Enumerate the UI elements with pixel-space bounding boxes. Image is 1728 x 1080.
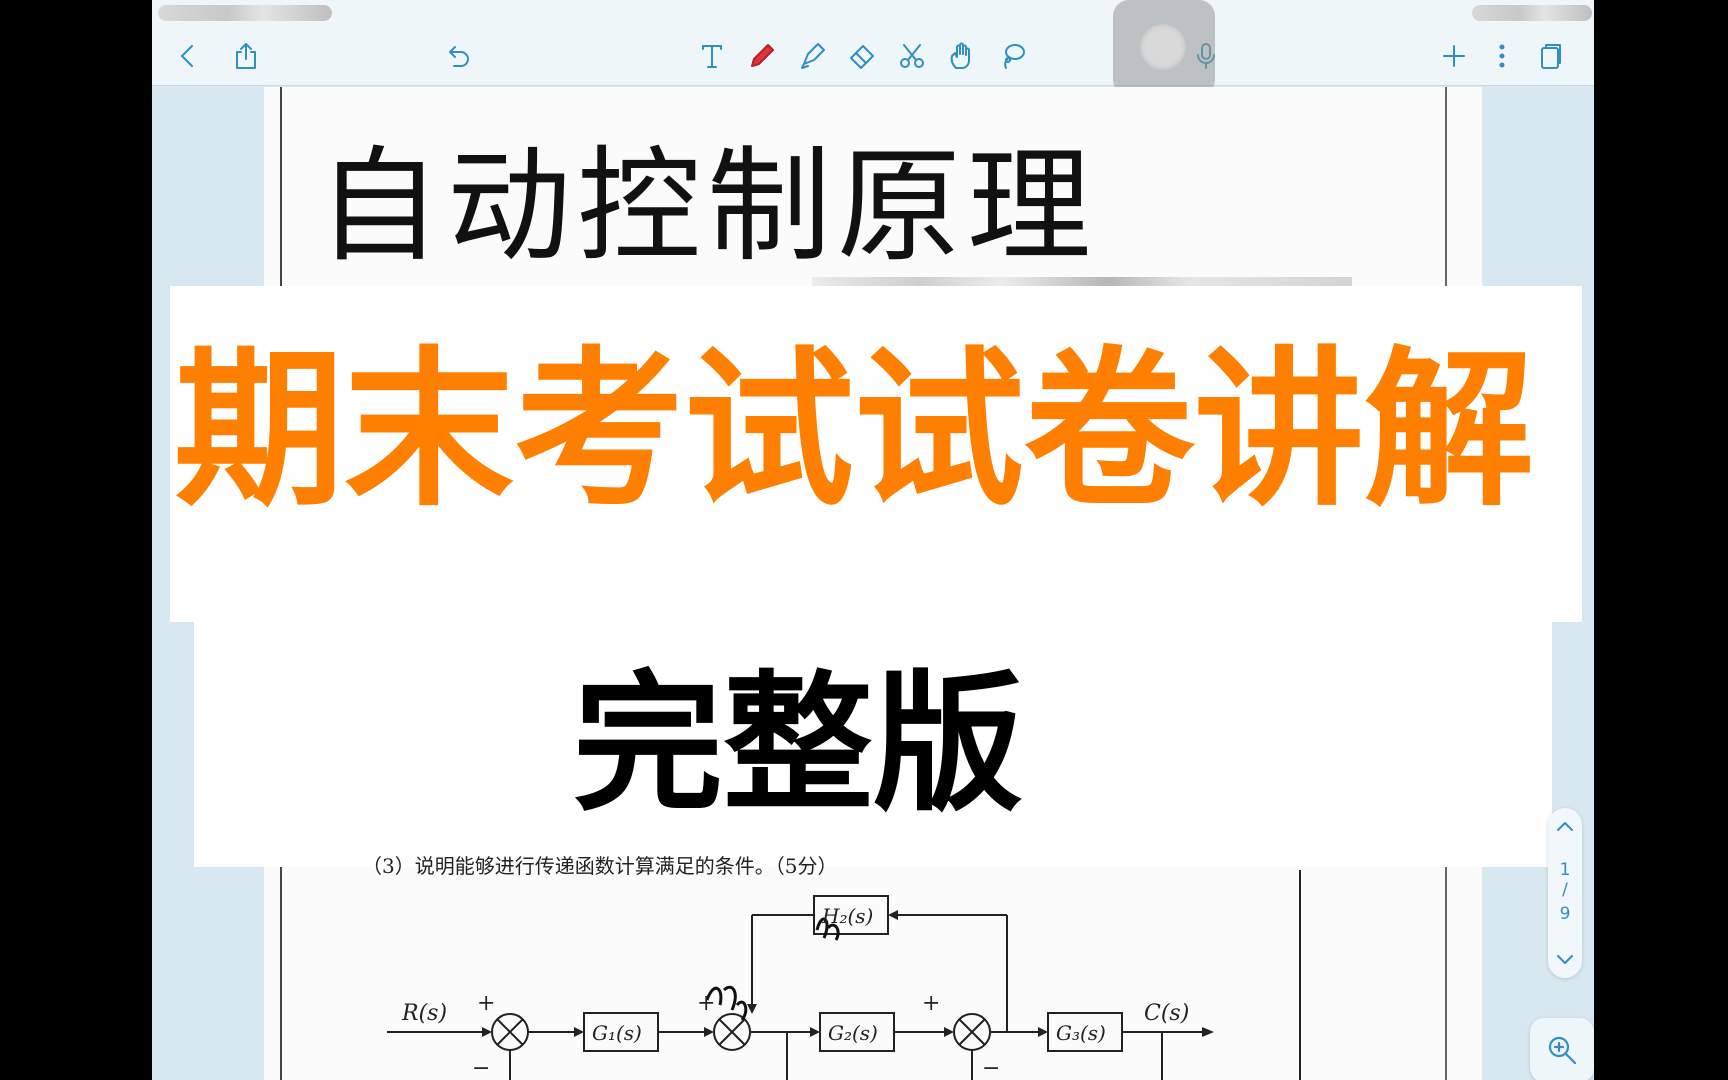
toolbar	[152, 28, 1594, 86]
label-g3: G₃(s)	[1056, 1021, 1106, 1045]
label-minus-1: −	[472, 1056, 490, 1080]
scissors-tool-button[interactable]	[892, 36, 932, 76]
status-left-blur	[158, 5, 332, 21]
lasso-icon	[1004, 44, 1025, 69]
scissors-icon	[900, 44, 924, 68]
block-diagram: R(s) + − G₁(s) + G₂(s) + − G₃(s) H₂(s) C…	[333, 870, 1352, 1080]
label-input: R(s)	[401, 1001, 447, 1026]
document-title: 自动控制原理	[317, 135, 1098, 279]
undo-button[interactable]	[438, 36, 478, 76]
label-plus-1: +	[477, 991, 495, 1016]
screen: 自动控制原理 期末考试试卷讲解 完整版 （3）说明能够进行传递函数计算满足的条件…	[0, 0, 1728, 1080]
text-tool-icon	[702, 45, 722, 68]
status-right-blur	[1472, 5, 1592, 21]
label-h2: H₂(s)	[821, 904, 873, 928]
pages-button[interactable]	[1530, 36, 1570, 76]
record-dot-icon	[1140, 24, 1186, 70]
highlighter-icon	[801, 43, 825, 69]
label-plus-2: +	[697, 991, 715, 1016]
recording-indicator[interactable]	[1113, 0, 1215, 96]
share-icon	[236, 43, 256, 69]
current-page: 1	[1559, 860, 1571, 880]
back-button[interactable]	[168, 36, 208, 76]
back-icon	[181, 45, 193, 67]
more-button[interactable]	[1482, 36, 1522, 76]
text-tool-button[interactable]	[692, 36, 732, 76]
zoom-button[interactable]	[1530, 1018, 1594, 1080]
overlay-subtitle-text: 完整版	[572, 658, 1023, 832]
pages-icon	[1541, 44, 1561, 69]
share-button[interactable]	[226, 36, 266, 76]
undo-icon	[449, 46, 469, 67]
prev-page-button[interactable]	[1548, 814, 1582, 838]
notes-app: 自动控制原理 期末考试试卷讲解 完整版 （3）说明能够进行传递函数计算满足的条件…	[152, 0, 1594, 1080]
label-g2: G₂(s)	[828, 1021, 878, 1045]
pen-icon	[751, 44, 774, 67]
overlay-subtitle: 完整版	[152, 660, 1594, 830]
label-output: C(s)	[1144, 1001, 1189, 1026]
add-page-button[interactable]	[1434, 36, 1474, 76]
page-navigator: 1 / 9	[1548, 808, 1582, 978]
zoom-in-icon	[1548, 1036, 1577, 1065]
highlighter-tool-button[interactable]	[792, 36, 832, 76]
next-page-button[interactable]	[1548, 948, 1582, 972]
status-bar	[152, 0, 1594, 28]
chevron-down-icon	[1557, 955, 1573, 964]
label-plus-3: +	[922, 991, 940, 1016]
hand-icon	[950, 42, 970, 69]
label-minus-2: −	[982, 1056, 1000, 1080]
total-pages: 9	[1559, 904, 1571, 924]
hand-tool-button[interactable]	[942, 36, 982, 76]
eraser-icon	[850, 45, 874, 69]
more-icon	[1499, 44, 1505, 68]
label-g1: G₁(s)	[592, 1021, 642, 1045]
lasso-tool-button[interactable]	[992, 36, 1032, 76]
pen-tool-button[interactable]	[742, 36, 782, 76]
chevron-up-icon	[1557, 822, 1573, 831]
add-icon	[1443, 45, 1465, 67]
eraser-tool-button[interactable]	[842, 36, 882, 76]
overlay-title: 期末考试试卷讲解	[174, 332, 1535, 530]
page-separator: /	[1562, 880, 1568, 900]
